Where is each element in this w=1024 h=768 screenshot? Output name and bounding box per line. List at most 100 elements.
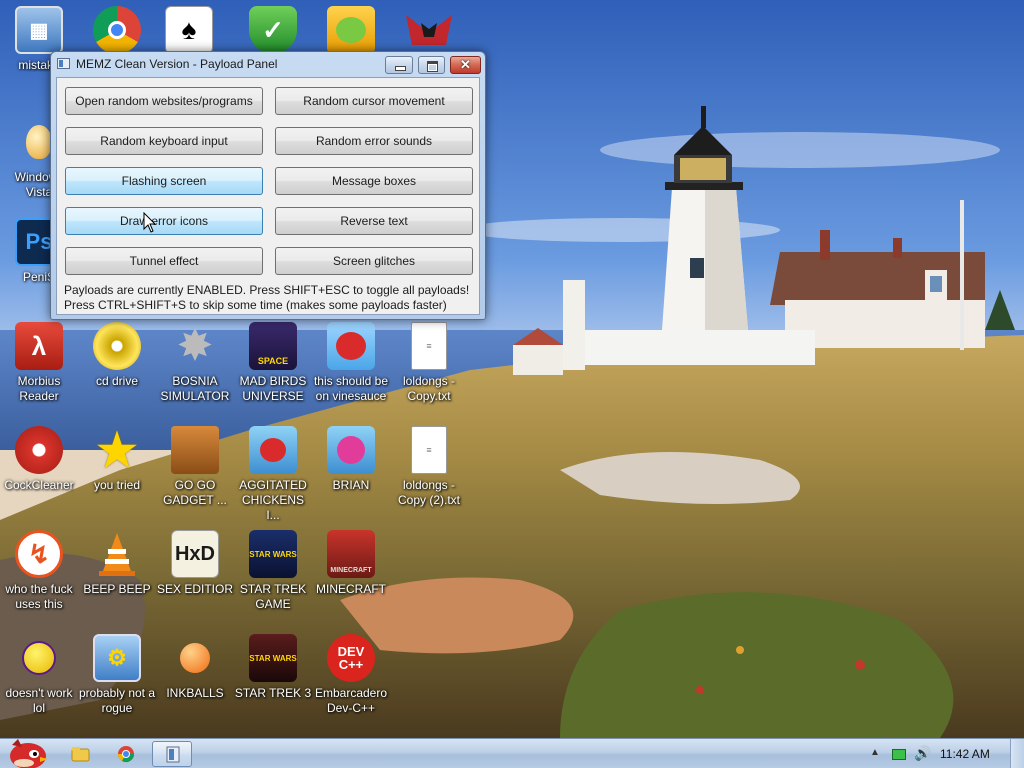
desktop-icon-label: BRIAN (332, 478, 370, 492)
memz-window-icon (166, 746, 180, 763)
window-client-area: Open random websites/programs Random cur… (56, 77, 480, 315)
tunnel-effect-button[interactable]: Tunnel effect (65, 247, 263, 275)
desktop-icon-label: you tried (93, 478, 141, 492)
desktop-icon-vinesauce[interactable]: this should be on vinesauce (312, 322, 390, 404)
desktop-icon-label: cd drive (95, 374, 139, 388)
open-random-websites-button[interactable]: Open random websites/programs (65, 87, 263, 115)
desktop-icon-label: BEEP BEEP (83, 582, 151, 596)
start-button[interactable] (2, 739, 50, 768)
show-hidden-icons-icon[interactable]: ▲ (870, 747, 880, 758)
minecraft-icon: MINECRAFT (327, 530, 375, 578)
angry-birds-star-wars-icon: STAR WARS (249, 530, 297, 578)
security-shield-icon: ✓ (249, 6, 297, 54)
dev-cpp-icon: DEV C++ (327, 634, 375, 682)
desktop-icon-who-uses-this[interactable]: ↯ who the fuck uses this (0, 530, 78, 612)
close-button[interactable]: ✕ (450, 56, 481, 74)
desktop-icon-probably-not-a-rogue[interactable]: ⚙ probably not a rogue (78, 634, 156, 716)
app-icon (57, 58, 70, 69)
flashing-screen-button[interactable]: Flashing screen (65, 167, 263, 195)
desktop-icon-go-go-gadget[interactable]: GO GO GADGET ... (156, 426, 234, 508)
solitaire-icon: ♠ (165, 6, 213, 54)
random-cursor-movement-button[interactable]: Random cursor movement (275, 87, 473, 115)
desktop-icon-beep-beep[interactable]: BEEP BEEP (78, 530, 156, 597)
desktop-icon-mad-birds-universe[interactable]: SPACE MAD BIRDS UNIVERSE (234, 322, 312, 404)
desktop-icon-cd-drive[interactable]: cd drive (78, 322, 156, 389)
close-icon: ✕ (460, 57, 471, 72)
hxd-text: HxD (174, 542, 215, 565)
desktop-icon-label: AGGITATED CHICKENS I... (239, 478, 307, 522)
window-titlebar[interactable]: MEMZ Clean Version - Payload Panel ✕ (51, 52, 485, 76)
chrome-icon (117, 746, 135, 763)
desktop-icon-label: loldongs - Copy (2).txt (397, 478, 460, 507)
maximize-button[interactable] (418, 56, 445, 74)
desktop-icon-label: STAR TREK GAME (239, 582, 307, 611)
desktop-icon-bad-piggies[interactable] (312, 6, 390, 54)
desktop-icon-inkballs[interactable]: INKBALLS (156, 634, 234, 701)
random-keyboard-input-button[interactable]: Random keyboard input (65, 127, 263, 155)
payload-panel-window[interactable]: MEMZ Clean Version - Payload Panel ✕ Ope… (50, 51, 486, 320)
star-wars-icon: STAR WARS (249, 634, 297, 682)
clock[interactable]: 11:42 AM (940, 747, 990, 761)
random-error-sounds-button[interactable]: Random error sounds (275, 127, 473, 155)
desktop-icon-doesnt-work[interactable]: doesn't work lol (0, 634, 78, 716)
desktop[interactable]: ▦ mistake ♠ ✓ Windows Vista Ps PeniS λ M… (0, 0, 1024, 738)
desktop-icon-loldongs-copy-2[interactable]: ≡ loldongs - Copy (2).txt (390, 426, 468, 508)
spike-text: SPACE (257, 356, 289, 366)
angry-birds-space-icon: SPACE (249, 322, 297, 370)
inkball-icon (171, 634, 219, 682)
desktop-icon-chrome[interactable] (78, 6, 156, 54)
taskbar-memz[interactable] (152, 741, 192, 767)
desktop-icon-sex-editior[interactable]: HxD SEX EDITIOR (156, 530, 234, 597)
photoshop-icon-text: Ps (25, 229, 53, 254)
desktop-icon-cockcleaner[interactable]: CockCleaner (0, 426, 78, 493)
angry-birds-bird-icon (327, 426, 375, 474)
desktop-icon-label: loldongs - Copy.txt (402, 374, 456, 403)
angry-bird-start-icon (10, 739, 48, 768)
angry-bird-icon (327, 322, 375, 370)
pdf-reader-icon: λ (15, 322, 63, 370)
desktop-icon-bosnia-simulator[interactable]: ✸ BOSNIA SIMULATOR (156, 322, 234, 404)
desktop-icon-label: INKBALLS (166, 686, 224, 700)
desktop-icon-morbius-reader[interactable]: λ Morbius Reader (0, 322, 78, 404)
screen-glitches-button[interactable]: Screen glitches (275, 247, 473, 275)
desktop-icon-you-tried[interactable]: ★ you tried (78, 424, 156, 493)
yahoo-messenger-icon (15, 634, 63, 682)
network-icon[interactable] (892, 749, 906, 760)
spiked-ball-icon: ✸ (178, 324, 212, 368)
taskbar-explorer[interactable] (60, 741, 100, 767)
desktop-icon-label: this should be on vinesauce (313, 374, 389, 403)
mouse-cursor-icon (143, 212, 157, 233)
desktop-icon-label: MINECRAFT (316, 582, 386, 596)
desktop-icon-brian[interactable]: BRIAN (312, 426, 390, 493)
desktop-icon-minecraft[interactable]: MINECRAFT MINECRAFT (312, 530, 390, 597)
desktop-icon-label: Embarcadero Dev-C++ (314, 686, 388, 715)
desktop-icon-label: doesn't work lol (5, 686, 73, 715)
desktop-icon-security[interactable]: ✓ (234, 6, 312, 54)
desktop-icon-red-logo[interactable] (390, 6, 468, 54)
desktop-icon-star-trek-game[interactable]: STAR WARS STAR TREK GAME (234, 530, 312, 612)
desktop-icon-loldongs-copy[interactable]: ≡ loldongs - Copy.txt (390, 322, 468, 404)
desktop-icon-label: MAD BIRDS UNIVERSE (239, 374, 307, 403)
chrome-icon (93, 6, 141, 54)
taskbar-chrome[interactable] (106, 741, 146, 767)
desktop-icon-label: probably not a rogue (78, 686, 156, 715)
ccleaner-icon (15, 426, 63, 474)
star-wars-3-text: STAR WARS (249, 653, 297, 663)
volume-icon[interactable]: 🔊 (914, 745, 931, 762)
minecraft-text: MINECRAFT (330, 567, 372, 574)
desktop-icon-star-trek-3[interactable]: STAR WARS STAR TREK 3 (234, 634, 312, 701)
draw-error-icons-button[interactable]: Draw error icons (65, 207, 263, 235)
minimize-button[interactable] (385, 56, 413, 74)
message-boxes-button[interactable]: Message boxes (275, 167, 473, 195)
window-title: MEMZ Clean Version - Payload Panel (76, 57, 278, 71)
desktop-icon-dev-cpp[interactable]: DEV C++ Embarcadero Dev-C++ (312, 634, 390, 716)
desktop-icon-aggitated-chickens[interactable]: AGGITATED CHICKENS I... (234, 426, 312, 523)
reverse-text-button[interactable]: Reverse text (275, 207, 473, 235)
show-desktop-button[interactable] (1010, 739, 1024, 768)
desktop-icon-label: BOSNIA SIMULATOR (160, 374, 230, 403)
desktop-icon-label: GO GO GADGET ... (163, 478, 227, 507)
hxd-editor-icon: HxD (171, 530, 219, 578)
angry-birds-icon (249, 426, 297, 474)
computer-icon: ▦ (15, 6, 63, 54)
desktop-icon-solitaire[interactable]: ♠ (150, 6, 228, 54)
